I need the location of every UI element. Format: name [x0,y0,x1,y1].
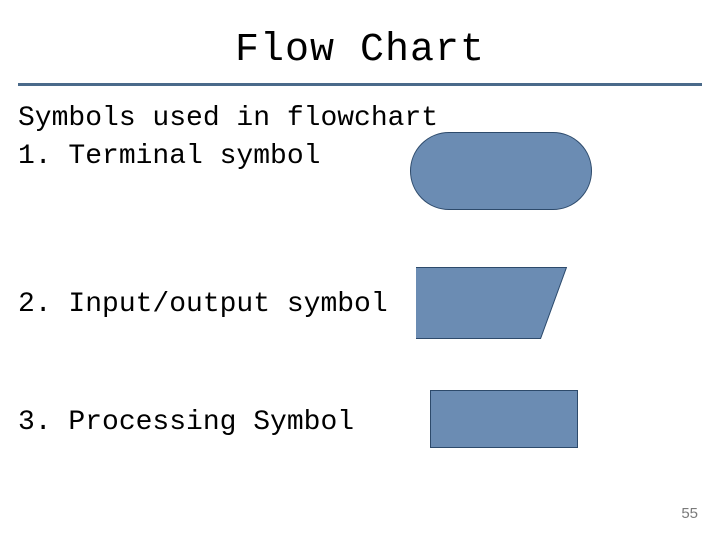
item-label-1: 1. Terminal symbol [18,141,320,172]
spacer [18,198,702,286]
spacer [18,346,702,404]
page-number: 55 [681,505,698,522]
list-item: 1. Terminal symbol [18,138,702,198]
item-label-3: 3. Processing Symbol [18,407,354,438]
page-title: Flow Chart [18,28,702,73]
list-item: 3. Processing Symbol [18,404,702,464]
title-divider [18,83,702,86]
intro-text: Symbols used in flowchart [18,100,702,138]
terminal-symbol [410,132,592,210]
item-label-2: 2. Input/output symbol [18,289,388,320]
io-shape-inner [416,267,567,339]
slide: Flow Chart Symbols used in flowchart 1. … [0,0,720,540]
io-symbol [416,266,584,340]
list-item: 2. Input/output symbol [18,286,702,346]
process-symbol [430,390,578,448]
